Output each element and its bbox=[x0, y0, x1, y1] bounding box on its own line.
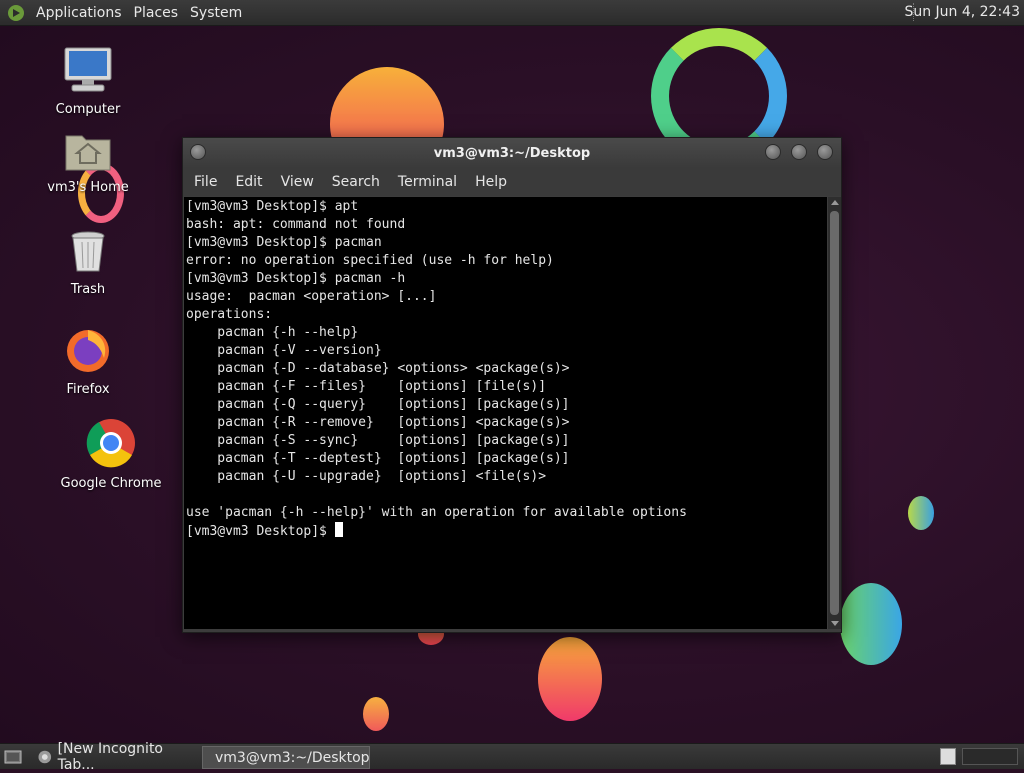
scrollbar-thumb[interactable] bbox=[830, 211, 839, 615]
clock[interactable]: Sun Jun 4, 22:43 bbox=[904, 4, 1020, 20]
computer-icon bbox=[64, 47, 112, 92]
terminal-line: pacman {-T --deptest} [options] [package… bbox=[186, 451, 570, 466]
close-icon[interactable] bbox=[817, 144, 833, 160]
wallpaper-orb bbox=[840, 583, 902, 665]
terminal-line: bash: apt: command not found bbox=[186, 217, 406, 232]
trash-icon bbox=[71, 231, 105, 272]
minimize-icon[interactable] bbox=[765, 144, 781, 160]
terminal-line: pacman {-F --files} [options] [file(s)] bbox=[186, 379, 547, 394]
wallpaper-orb bbox=[908, 496, 934, 530]
terminal-menubar: File Edit View Search Terminal Help bbox=[183, 168, 841, 196]
taskbar-item-terminal[interactable]: vm3@vm3:~/Desktop bbox=[202, 746, 370, 769]
desktop-icon-computer[interactable]: Computer bbox=[40, 46, 136, 117]
taskbar-item-chrome[interactable]: [New Incognito Tab... bbox=[32, 741, 200, 773]
maximize-icon[interactable] bbox=[791, 144, 807, 160]
desktop-icon-label: vm3's Home bbox=[47, 180, 129, 195]
terminal-line: [vm3@vm3 Desktop]$ pacman bbox=[186, 235, 382, 250]
terminal-line: use 'pacman {-h --help}' with an operati… bbox=[186, 505, 687, 520]
terminal-line: pacman {-Q --query} [options] [package(s… bbox=[186, 397, 570, 412]
scroll-down-icon[interactable] bbox=[831, 621, 839, 626]
terminal-line: pacman {-S --sync} [options] [package(s)… bbox=[186, 433, 570, 448]
wallpaper-orb bbox=[538, 637, 602, 721]
workspace-switcher[interactable] bbox=[940, 748, 956, 765]
distro-logo-icon[interactable] bbox=[8, 4, 24, 21]
desktop-icon-home[interactable]: vm3's Home bbox=[40, 130, 136, 195]
menu-search[interactable]: Search bbox=[323, 174, 389, 190]
terminal-output[interactable]: [vm3@vm3 Desktop]$ apt bash: apt: comman… bbox=[184, 197, 827, 629]
desktop-icon-trash[interactable]: Trash bbox=[40, 230, 136, 297]
top-panel: Applications Places System Sun Jun 4, 22… bbox=[0, 0, 1024, 26]
show-desktop-icon[interactable] bbox=[4, 749, 22, 765]
terminal-line: [vm3@vm3 Desktop]$ apt bbox=[186, 199, 359, 214]
terminal-line: usage: pacman <operation> [...] bbox=[186, 289, 437, 304]
workspace-switcher-empty[interactable] bbox=[962, 748, 1018, 765]
home-folder-icon bbox=[65, 135, 111, 171]
desktop-icon-label: Google Chrome bbox=[60, 476, 162, 491]
terminal-line: pacman {-R --remove} [options] <package(… bbox=[186, 415, 570, 430]
menu-places[interactable]: Places bbox=[128, 5, 185, 21]
desktop-icon-firefox[interactable]: Firefox bbox=[40, 326, 136, 397]
menu-file[interactable]: File bbox=[185, 174, 226, 190]
terminal-scrollbar[interactable] bbox=[828, 197, 841, 629]
firefox-icon bbox=[67, 330, 109, 372]
terminal-line: pacman {-h --help} bbox=[186, 325, 359, 340]
terminal-line: pacman {-D --database} <options> <packag… bbox=[186, 361, 570, 376]
text-cursor bbox=[334, 522, 343, 537]
window-menu-icon[interactable] bbox=[190, 144, 206, 160]
menu-applications[interactable]: Applications bbox=[30, 5, 128, 21]
terminal-line: pacman {-U --upgrade} [options] <file(s)… bbox=[186, 469, 547, 484]
wallpaper-orb bbox=[363, 697, 389, 731]
menu-edit[interactable]: Edit bbox=[226, 174, 271, 190]
chrome-icon bbox=[86, 419, 135, 468]
desktop-icon-label: Trash bbox=[70, 282, 106, 297]
window-title: vm3@vm3:~/Desktop bbox=[433, 145, 591, 161]
scroll-up-icon[interactable] bbox=[831, 200, 839, 205]
terminal-line: error: no operation specified (use -h fo… bbox=[186, 253, 554, 268]
menu-system[interactable]: System bbox=[184, 5, 248, 21]
terminal-line: pacman {-V --version} bbox=[186, 343, 382, 358]
menu-help[interactable]: Help bbox=[466, 174, 516, 190]
terminal-window[interactable]: vm3@vm3:~/Desktop File Edit View Search … bbox=[182, 137, 842, 633]
desktop-icon-chrome[interactable]: Google Chrome bbox=[56, 418, 166, 491]
menu-terminal[interactable]: Terminal bbox=[389, 174, 466, 190]
taskbar-item-label: vm3@vm3:~/Desktop bbox=[215, 749, 370, 766]
terminal-prompt: [vm3@vm3 Desktop]$ bbox=[186, 524, 335, 539]
desktop-icon-label: Firefox bbox=[66, 382, 110, 397]
chrome-icon bbox=[38, 750, 52, 763]
terminal-line: operations: bbox=[186, 307, 273, 322]
terminal-line: [vm3@vm3 Desktop]$ pacman -h bbox=[186, 271, 406, 286]
terminal-prompt-line[interactable]: [vm3@vm3 Desktop]$ bbox=[186, 522, 827, 540]
window-titlebar[interactable]: vm3@vm3:~/Desktop bbox=[183, 138, 841, 168]
menu-view[interactable]: View bbox=[272, 174, 323, 190]
bottom-panel: [New Incognito Tab... vm3@vm3:~/Desktop bbox=[0, 741, 1024, 773]
desktop-icon-label: Computer bbox=[55, 102, 121, 117]
